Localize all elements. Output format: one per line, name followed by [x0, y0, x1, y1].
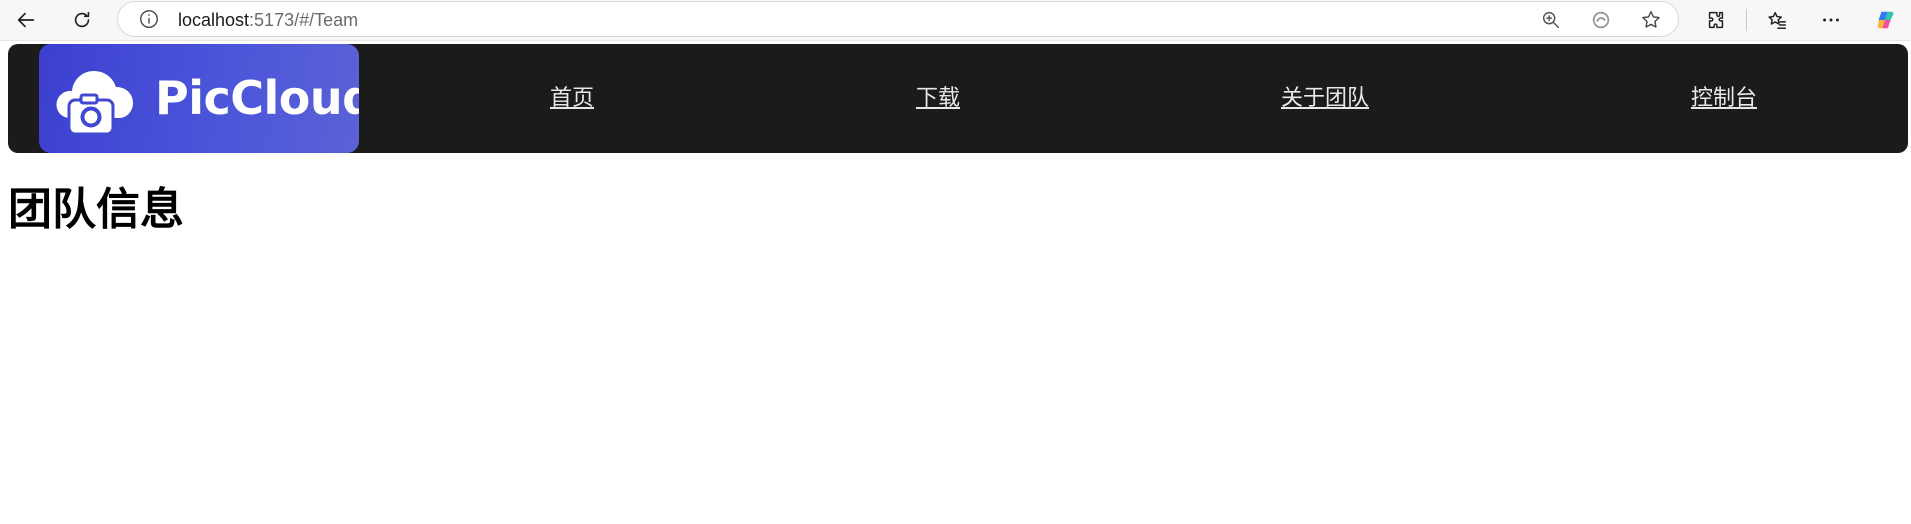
browser-toolbar: localhost:5173/#/Team	[0, 0, 1911, 41]
favorites-icon[interactable]	[1761, 4, 1793, 36]
refresh-icon[interactable]	[66, 4, 98, 36]
back-arrow-icon[interactable]	[10, 4, 42, 36]
nav-link-console[interactable]: 控制台	[1691, 44, 1757, 153]
site-header: PicCloud 首页 下载 关于团队 控制台	[8, 44, 1908, 153]
logo-text: PicCloud	[155, 71, 359, 125]
favorite-star-icon[interactable]	[1640, 9, 1662, 31]
nav-link-home[interactable]: 首页	[550, 44, 594, 153]
copilot-icon[interactable]	[1870, 4, 1902, 36]
url-path: :5173/#/Team	[249, 10, 359, 30]
more-icon[interactable]	[1815, 4, 1847, 36]
cloud-camera-icon	[56, 71, 133, 136]
logo[interactable]: PicCloud	[39, 44, 359, 153]
extensions-icon[interactable]	[1700, 4, 1732, 36]
info-icon[interactable]	[138, 8, 160, 30]
nav-link-download[interactable]: 下载	[916, 44, 960, 153]
nav-link-about-team[interactable]: 关于团队	[1281, 44, 1369, 153]
url-text[interactable]: localhost:5173/#/Team	[178, 2, 358, 38]
toolbar-separator	[1746, 9, 1747, 31]
read-aloud-icon[interactable]	[1590, 9, 1612, 31]
zoom-icon[interactable]	[1540, 9, 1562, 31]
address-bar[interactable]: localhost:5173/#/Team	[117, 1, 1679, 37]
url-host: localhost	[178, 10, 250, 30]
page-title: 团队信息	[8, 184, 184, 235]
